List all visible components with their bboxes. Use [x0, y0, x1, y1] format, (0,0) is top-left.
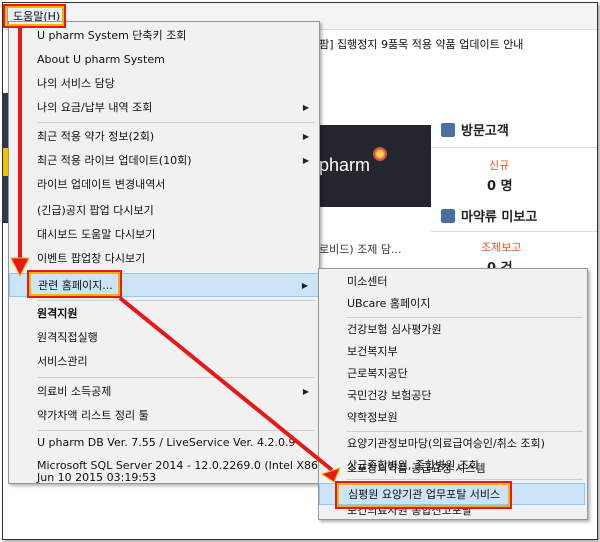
submenu-item-label: 보건복지부: [347, 345, 398, 358]
menu-item-label: 대시보드 도움말 다시보기: [37, 228, 156, 241]
menu-item-shortcuts[interactable]: U pharm System 단축키 조회: [9, 24, 319, 48]
annotation-box-help: [3, 4, 66, 28]
menu-separator: [347, 431, 583, 432]
submenu-arrow-icon: ▶: [302, 132, 309, 141]
menu-item-dashboard-help[interactable]: 대시보드 도움말 다시보기: [9, 223, 319, 247]
menu-separator: [347, 317, 583, 318]
menu-item-label: About U pharm System: [37, 53, 165, 66]
menu-item-remote-support[interactable]: 원격지원: [9, 302, 319, 326]
submenu-item-label: 국민건강 보험공단: [347, 389, 432, 402]
menu-separator: [37, 377, 315, 378]
submenu-item-label: 근로복지공단: [347, 367, 408, 380]
divider: [431, 147, 597, 148]
submenu-arrow-icon: ▶: [302, 387, 309, 396]
menu-item-label: 최근 적용 약가 정보(2회): [37, 130, 155, 143]
visitors-heading: 방문고객: [441, 121, 509, 143]
submenu-item-small-package[interactable]: 소포장의약품 공급요청 시스템: [319, 458, 585, 480]
document-icon: [441, 209, 455, 223]
menu-item-label: (긴급)공지 팝업 다시보기: [37, 204, 154, 217]
menu-item-label: 서비스관리: [37, 355, 88, 368]
menu-item-label: 원격직접실행: [37, 331, 98, 344]
visitors-sub: 신규: [489, 159, 510, 172]
person-icon: [441, 123, 455, 137]
sql-server-date: Jun 10 2015 03:19:53: [37, 471, 157, 484]
menu-item-label: 라이브 업데이트 변경내역서: [37, 178, 166, 191]
visitors-title: 방문고객: [461, 124, 509, 139]
annotation-box-related: [27, 270, 122, 298]
submenu-item-label: 요양기관정보마당(의료급여승인/취소 조회): [347, 437, 545, 450]
notice-text[interactable]: 광팜] 집행정지 9품목 적용 약품 업데이트 안내: [309, 36, 523, 54]
version-info: U pharm DB Ver. 7.55 / LiveService Ver. …: [37, 436, 296, 449]
menu-separator: [37, 122, 315, 123]
menu-item-label: 나의 요금/납부 내역 조회: [37, 101, 153, 114]
submenu-arrow-icon: ▶: [301, 281, 308, 290]
help-dropdown-menu: U pharm System 단축키 조회 About U pharm Syst…: [8, 21, 322, 484]
menu-item-live-update[interactable]: 최근 적용 라이브 업데이트(10회) ▶: [9, 149, 319, 173]
submenu-item-label: 미소센터: [347, 275, 388, 288]
menu-item-label: 의료비 소득공제: [37, 385, 112, 398]
banner-brand: pharm: [319, 155, 371, 175]
submenu-arrow-icon: ▶: [302, 156, 309, 165]
menu-item-update-changelog[interactable]: 라이브 업데이트 변경내역서: [9, 173, 319, 197]
visitors-count: 0 명: [487, 179, 513, 194]
narcotics-sub: 조제보고: [481, 241, 522, 254]
submenu-item-care-info[interactable]: 요양기관정보마당(의료급여승인/취소 조회): [319, 433, 587, 455]
menu-item-label: 원격지원: [37, 307, 78, 320]
submenu-item-label: UBcare 홈페이지: [347, 297, 431, 310]
submenu-item-hira[interactable]: 건강보험 심사평가원: [319, 319, 587, 341]
menu-item-label: U pharm System 단축키 조회: [37, 29, 187, 42]
divider: [431, 231, 597, 232]
brand-logo-icon: [373, 147, 387, 161]
menu-item-notice-popup[interactable]: (긴급)공지 팝업 다시보기: [9, 199, 319, 223]
menu-item-label: 약가차액 리스트 정리 툴: [37, 409, 149, 422]
menu-item-medical-deduction[interactable]: 의료비 소득공제 ▶: [9, 380, 319, 404]
submenu-item-comwel[interactable]: 근로복지공단: [319, 363, 587, 385]
submenu-item-miso-center[interactable]: 미소센터: [319, 271, 587, 293]
submenu-item-nhis[interactable]: 국민건강 보험공단: [319, 385, 587, 407]
narcotics-heading: 마약류 미보고: [441, 207, 537, 229]
menu-item-label: 나의 서비스 담당: [37, 77, 115, 90]
menu-item-event-popup[interactable]: 이벤트 팝업창 다시보기: [9, 247, 319, 271]
menu-item-label: 최근 적용 라이브 업데이트(10회): [37, 154, 192, 167]
submenu-item-label: 약학정보원: [347, 411, 398, 424]
submenu-arrow-icon: ▶: [302, 103, 309, 112]
submenu-item-label: 소포장의약품 공급요청 시스템: [347, 462, 486, 475]
menu-item-price-diff-tool[interactable]: 약가차액 리스트 정리 툴: [9, 404, 319, 428]
menu-separator: [37, 300, 315, 301]
menu-item-drug-price[interactable]: 최근 적용 약가 정보(2회) ▶: [9, 125, 319, 149]
menu-separator: [37, 430, 315, 431]
menu-item-my-service[interactable]: 나의 서비스 담당: [9, 72, 319, 96]
menu-item-about[interactable]: About U pharm System: [9, 48, 319, 72]
narcotics-title: 마약류 미보고: [461, 210, 538, 225]
menu-item-billing[interactable]: 나의 요금/납부 내역 조회 ▶: [9, 96, 319, 120]
annotation-box-portal: [335, 481, 512, 509]
submenu-item-ubcare[interactable]: UBcare 홈페이지: [319, 293, 587, 315]
menu-item-label: 이벤트 팝업창 다시보기: [37, 252, 146, 265]
menu-item-service-manage[interactable]: 서비스관리: [9, 350, 319, 374]
promo-banner[interactable]: pharm: [319, 125, 431, 207]
submenu-item-label: 건강보험 심사평가원: [347, 323, 442, 336]
background-list-item[interactable]: 로비드) 조제 담...: [319, 241, 402, 257]
menu-item-remote-direct[interactable]: 원격직접실행: [9, 326, 319, 350]
submenu-item-kpic[interactable]: 약학정보원: [319, 407, 587, 429]
submenu-item-mohw[interactable]: 보건복지부: [319, 341, 587, 363]
